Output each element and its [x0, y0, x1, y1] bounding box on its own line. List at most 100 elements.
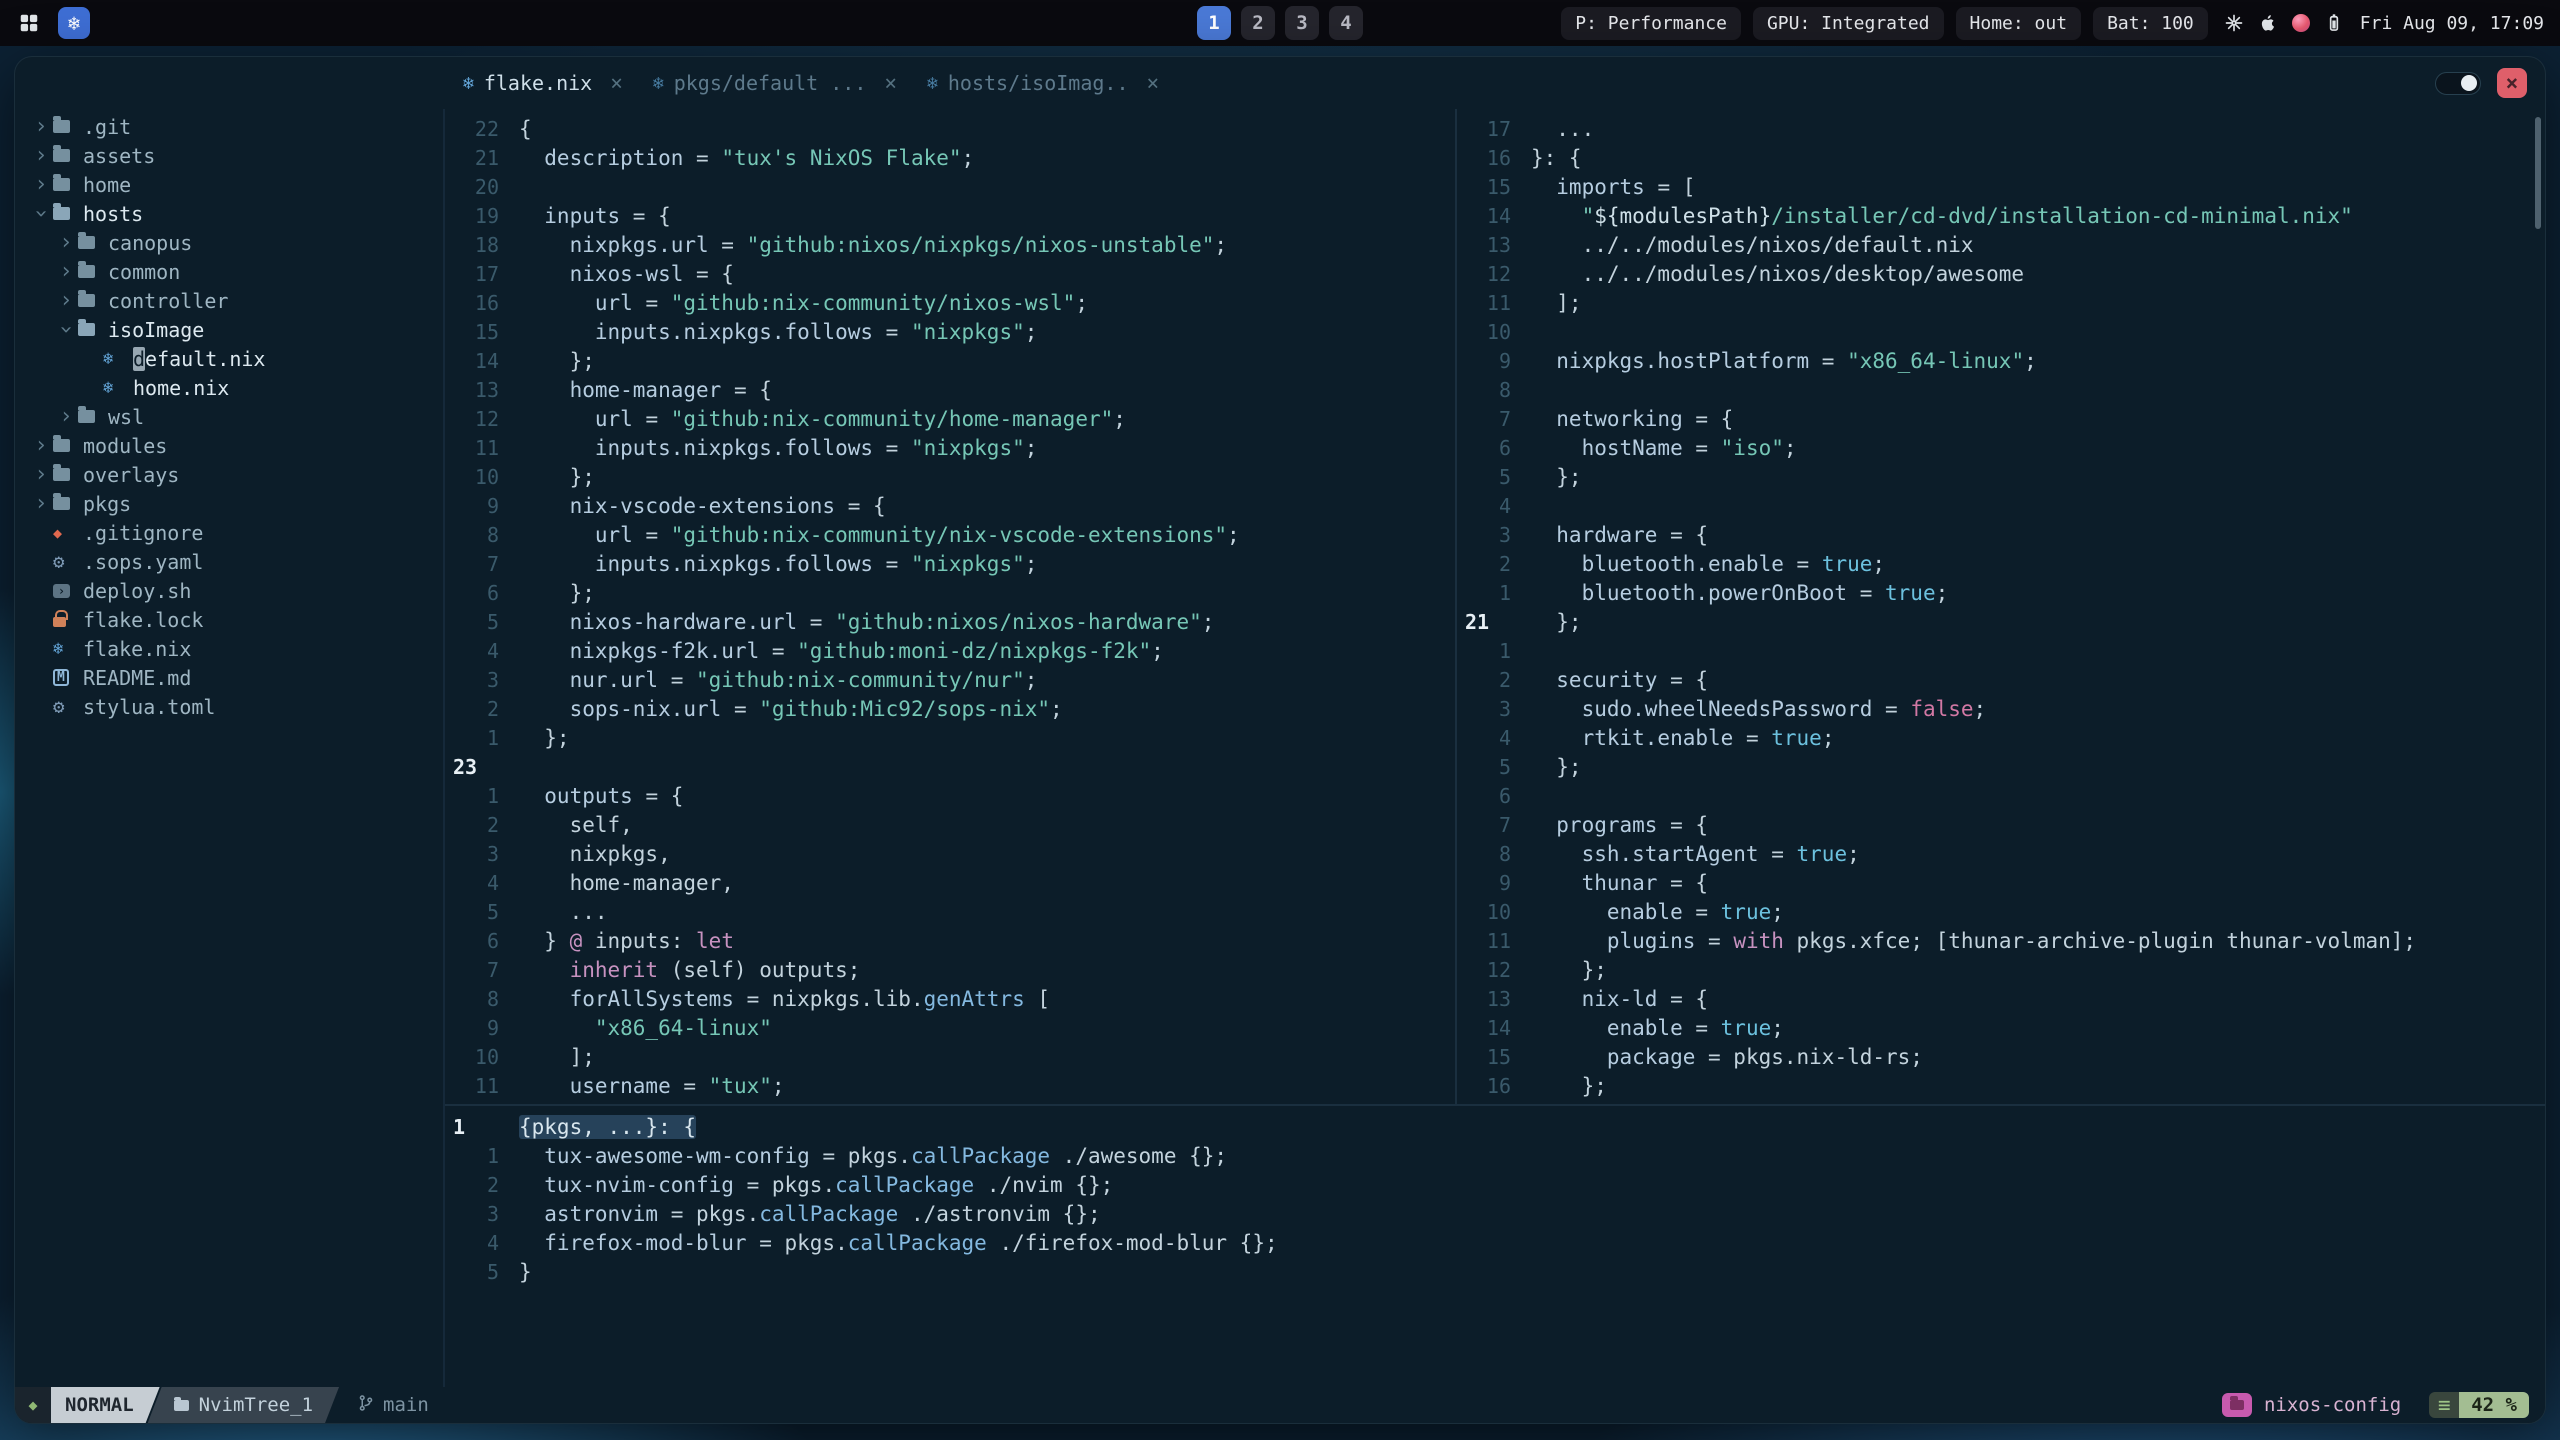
code-line[interactable]: 3 astronvim = pkgs.callPackage ./astronv…: [445, 1199, 2545, 1228]
code-line[interactable]: 14 enable = true;: [1457, 1013, 2545, 1042]
code-line[interactable]: 1: [1457, 636, 2545, 665]
code-line[interactable]: 17 nixos-wsl = {: [445, 259, 1455, 288]
tab-hosts-isoimag[interactable]: ❄ hosts/isoImag.. ×: [927, 71, 1159, 95]
code-line[interactable]: 7 networking = {: [1457, 404, 2545, 433]
tree-item-controller[interactable]: › controller: [15, 286, 443, 315]
tree-item-canopus[interactable]: › canopus: [15, 228, 443, 257]
workspace-button-1[interactable]: 1: [1197, 6, 1231, 40]
workspace-button-2[interactable]: 2: [1241, 6, 1275, 40]
code-line[interactable]: 3 nixpkgs,: [445, 839, 1455, 868]
tab-pkgs-default[interactable]: ❄ pkgs/default ... ×: [653, 71, 897, 95]
tree-item-stylua-toml[interactable]: ⚙ stylua.toml: [15, 692, 443, 721]
scrollbar-thumb[interactable]: [2535, 117, 2541, 229]
code-line[interactable]: 9 "x86_64-linux": [445, 1013, 1455, 1042]
code-line[interactable]: 6 hostName = "iso";: [1457, 433, 2545, 462]
tree-item-flake-lock[interactable]: flake.lock: [15, 605, 443, 634]
code-line[interactable]: 14 };: [445, 346, 1455, 375]
tree-item-common[interactable]: › common: [15, 257, 443, 286]
code-line[interactable]: 1 {pkgs, ...}: {: [445, 1112, 2545, 1141]
code-line[interactable]: 5 };: [1457, 462, 2545, 491]
accent-dot-icon[interactable]: [2291, 14, 2310, 32]
fan-icon[interactable]: [2224, 13, 2244, 33]
close-tab-icon[interactable]: ×: [884, 71, 897, 95]
code-line[interactable]: 10 ];: [445, 1042, 1455, 1071]
code-line[interactable]: 1 tux-awesome-wm-config = pkgs.callPacka…: [445, 1141, 2545, 1170]
code-line[interactable]: 4: [1457, 491, 2545, 520]
code-line[interactable]: 3 nur.url = "github:nix-community/nur";: [445, 665, 1455, 694]
tree-item-pkgs[interactable]: › pkgs: [15, 489, 443, 518]
code-line[interactable]: 4 home-manager,: [445, 868, 1455, 897]
code-line[interactable]: 11 ];: [1457, 288, 2545, 317]
code-line[interactable]: 1 bluetooth.powerOnBoot = true;: [1457, 578, 2545, 607]
code-line[interactable]: 7 programs = {: [1457, 810, 2545, 839]
editor-flake-nix[interactable]: 22{21 description = "tux's NixOS Flake";…: [445, 109, 1455, 1104]
code-line[interactable]: 11 username = "tux";: [445, 1071, 1455, 1100]
workspace-button-3[interactable]: 3: [1285, 6, 1319, 40]
code-line[interactable]: 21 };: [1457, 607, 2545, 636]
tree-item-isoimage[interactable]: › isoImage: [15, 315, 443, 344]
code-line[interactable]: 2 bluetooth.enable = true;: [1457, 549, 2545, 578]
tree-item-git[interactable]: › .git: [15, 112, 443, 141]
code-line[interactable]: 8 forAllSystems = nixpkgs.lib.genAttrs [: [445, 984, 1455, 1013]
editor-pkgs-default-nix[interactable]: 1 {pkgs, ...}: {1 tux-awesome-wm-config =…: [445, 1104, 2545, 1387]
code-line[interactable]: 9 thunar = {: [1457, 868, 2545, 897]
tree-item-readme-md[interactable]: M README.md: [15, 663, 443, 692]
code-line[interactable]: 17 ...: [1457, 114, 2545, 143]
code-line[interactable]: 16 url = "github:nix-community/nixos-wsl…: [445, 288, 1455, 317]
tree-item-home-nix[interactable]: ❄ home.nix: [15, 373, 443, 402]
close-tab-icon[interactable]: ×: [1147, 71, 1160, 95]
code-line[interactable]: 15 package = pkgs.nix-ld-rs;: [1457, 1042, 2545, 1071]
code-line[interactable]: 20: [445, 172, 1455, 201]
code-line[interactable]: 6 } @ inputs: let: [445, 926, 1455, 955]
workspace-button-4[interactable]: 4: [1329, 6, 1363, 40]
code-line[interactable]: 13 home-manager = {: [445, 375, 1455, 404]
code-line[interactable]: 2 tux-nvim-config = pkgs.callPackage ./n…: [445, 1170, 2545, 1199]
code-line[interactable]: 4 rtkit.enable = true;: [1457, 723, 2545, 752]
code-line[interactable]: 9 nix-vscode-extensions = {: [445, 491, 1455, 520]
code-line[interactable]: 3 hardware = {: [1457, 520, 2545, 549]
tree-item-hosts[interactable]: › hosts: [15, 199, 443, 228]
code-line[interactable]: 13 ../../modules/nixos/default.nix: [1457, 230, 2545, 259]
code-line[interactable]: 19 inputs = {: [445, 201, 1455, 230]
code-line[interactable]: 5 };: [1457, 752, 2545, 781]
code-line[interactable]: 13 nix-ld = {: [1457, 984, 2545, 1013]
tree-item-deploy-sh[interactable]: › deploy.sh: [15, 576, 443, 605]
code-line[interactable]: 12 ../../modules/nixos/desktop/awesome: [1457, 259, 2545, 288]
code-line[interactable]: 1 };: [445, 723, 1455, 752]
code-line[interactable]: 8: [1457, 375, 2545, 404]
code-line[interactable]: 5}: [445, 1257, 2545, 1286]
tree-item-default-nix[interactable]: ❄ default.nix: [15, 344, 443, 373]
code-line[interactable]: 11 inputs.nixpkgs.follows = "nixpkgs";: [445, 433, 1455, 462]
apple-icon[interactable]: [2258, 13, 2278, 33]
tree-item-wsl[interactable]: › wsl: [15, 402, 443, 431]
code-line[interactable]: 2 security = {: [1457, 665, 2545, 694]
code-line[interactable]: 10 enable = true;: [1457, 897, 2545, 926]
code-line[interactable]: 10: [1457, 317, 2545, 346]
code-line[interactable]: 23: [445, 752, 1455, 781]
code-line[interactable]: 15 imports = [: [1457, 172, 2545, 201]
code-line[interactable]: 6: [1457, 781, 2545, 810]
code-line[interactable]: 18 nixpkgs.url = "github:nixos/nixpkgs/n…: [445, 230, 1455, 259]
tree-item-flake-nix[interactable]: ❄ flake.nix: [15, 634, 443, 663]
tree-item-overlays[interactable]: › overlays: [15, 460, 443, 489]
tree-item-sops-yaml[interactable]: ⚙ .sops.yaml: [15, 547, 443, 576]
code-line[interactable]: 12 };: [1457, 955, 2545, 984]
code-line[interactable]: 4 nixpkgs-f2k.url = "github:moni-dz/nixp…: [445, 636, 1455, 665]
close-tab-icon[interactable]: ×: [610, 71, 623, 95]
editor-iso-default-nix[interactable]: 17 ... 16}: {15 imports = [14 "${modulesP…: [1457, 109, 2545, 1104]
code-line[interactable]: 15 inputs.nixpkgs.follows = "nixpkgs";: [445, 317, 1455, 346]
code-line[interactable]: 2 sops-nix.url = "github:Mic92/sops-nix"…: [445, 694, 1455, 723]
code-line[interactable]: 16 };: [1457, 1071, 2545, 1100]
code-line[interactable]: 6 };: [445, 578, 1455, 607]
code-line[interactable]: 16}: {: [1457, 143, 2545, 172]
battery-icon[interactable]: [2324, 13, 2344, 33]
code-line[interactable]: 3 sudo.wheelNeedsPassword = false;: [1457, 694, 2545, 723]
code-line[interactable]: 5 ...: [445, 897, 1455, 926]
code-line[interactable]: 2 self,: [445, 810, 1455, 839]
code-line[interactable]: 8 ssh.startAgent = true;: [1457, 839, 2545, 868]
code-line[interactable]: 5 nixos-hardware.url = "github:nixos/nix…: [445, 607, 1455, 636]
code-line[interactable]: 21 description = "tux's NixOS Flake";: [445, 143, 1455, 172]
tree-item-home[interactable]: › home: [15, 170, 443, 199]
code-line[interactable]: 7 inputs.nixpkgs.follows = "nixpkgs";: [445, 549, 1455, 578]
apps-grid-icon[interactable]: [16, 10, 42, 36]
